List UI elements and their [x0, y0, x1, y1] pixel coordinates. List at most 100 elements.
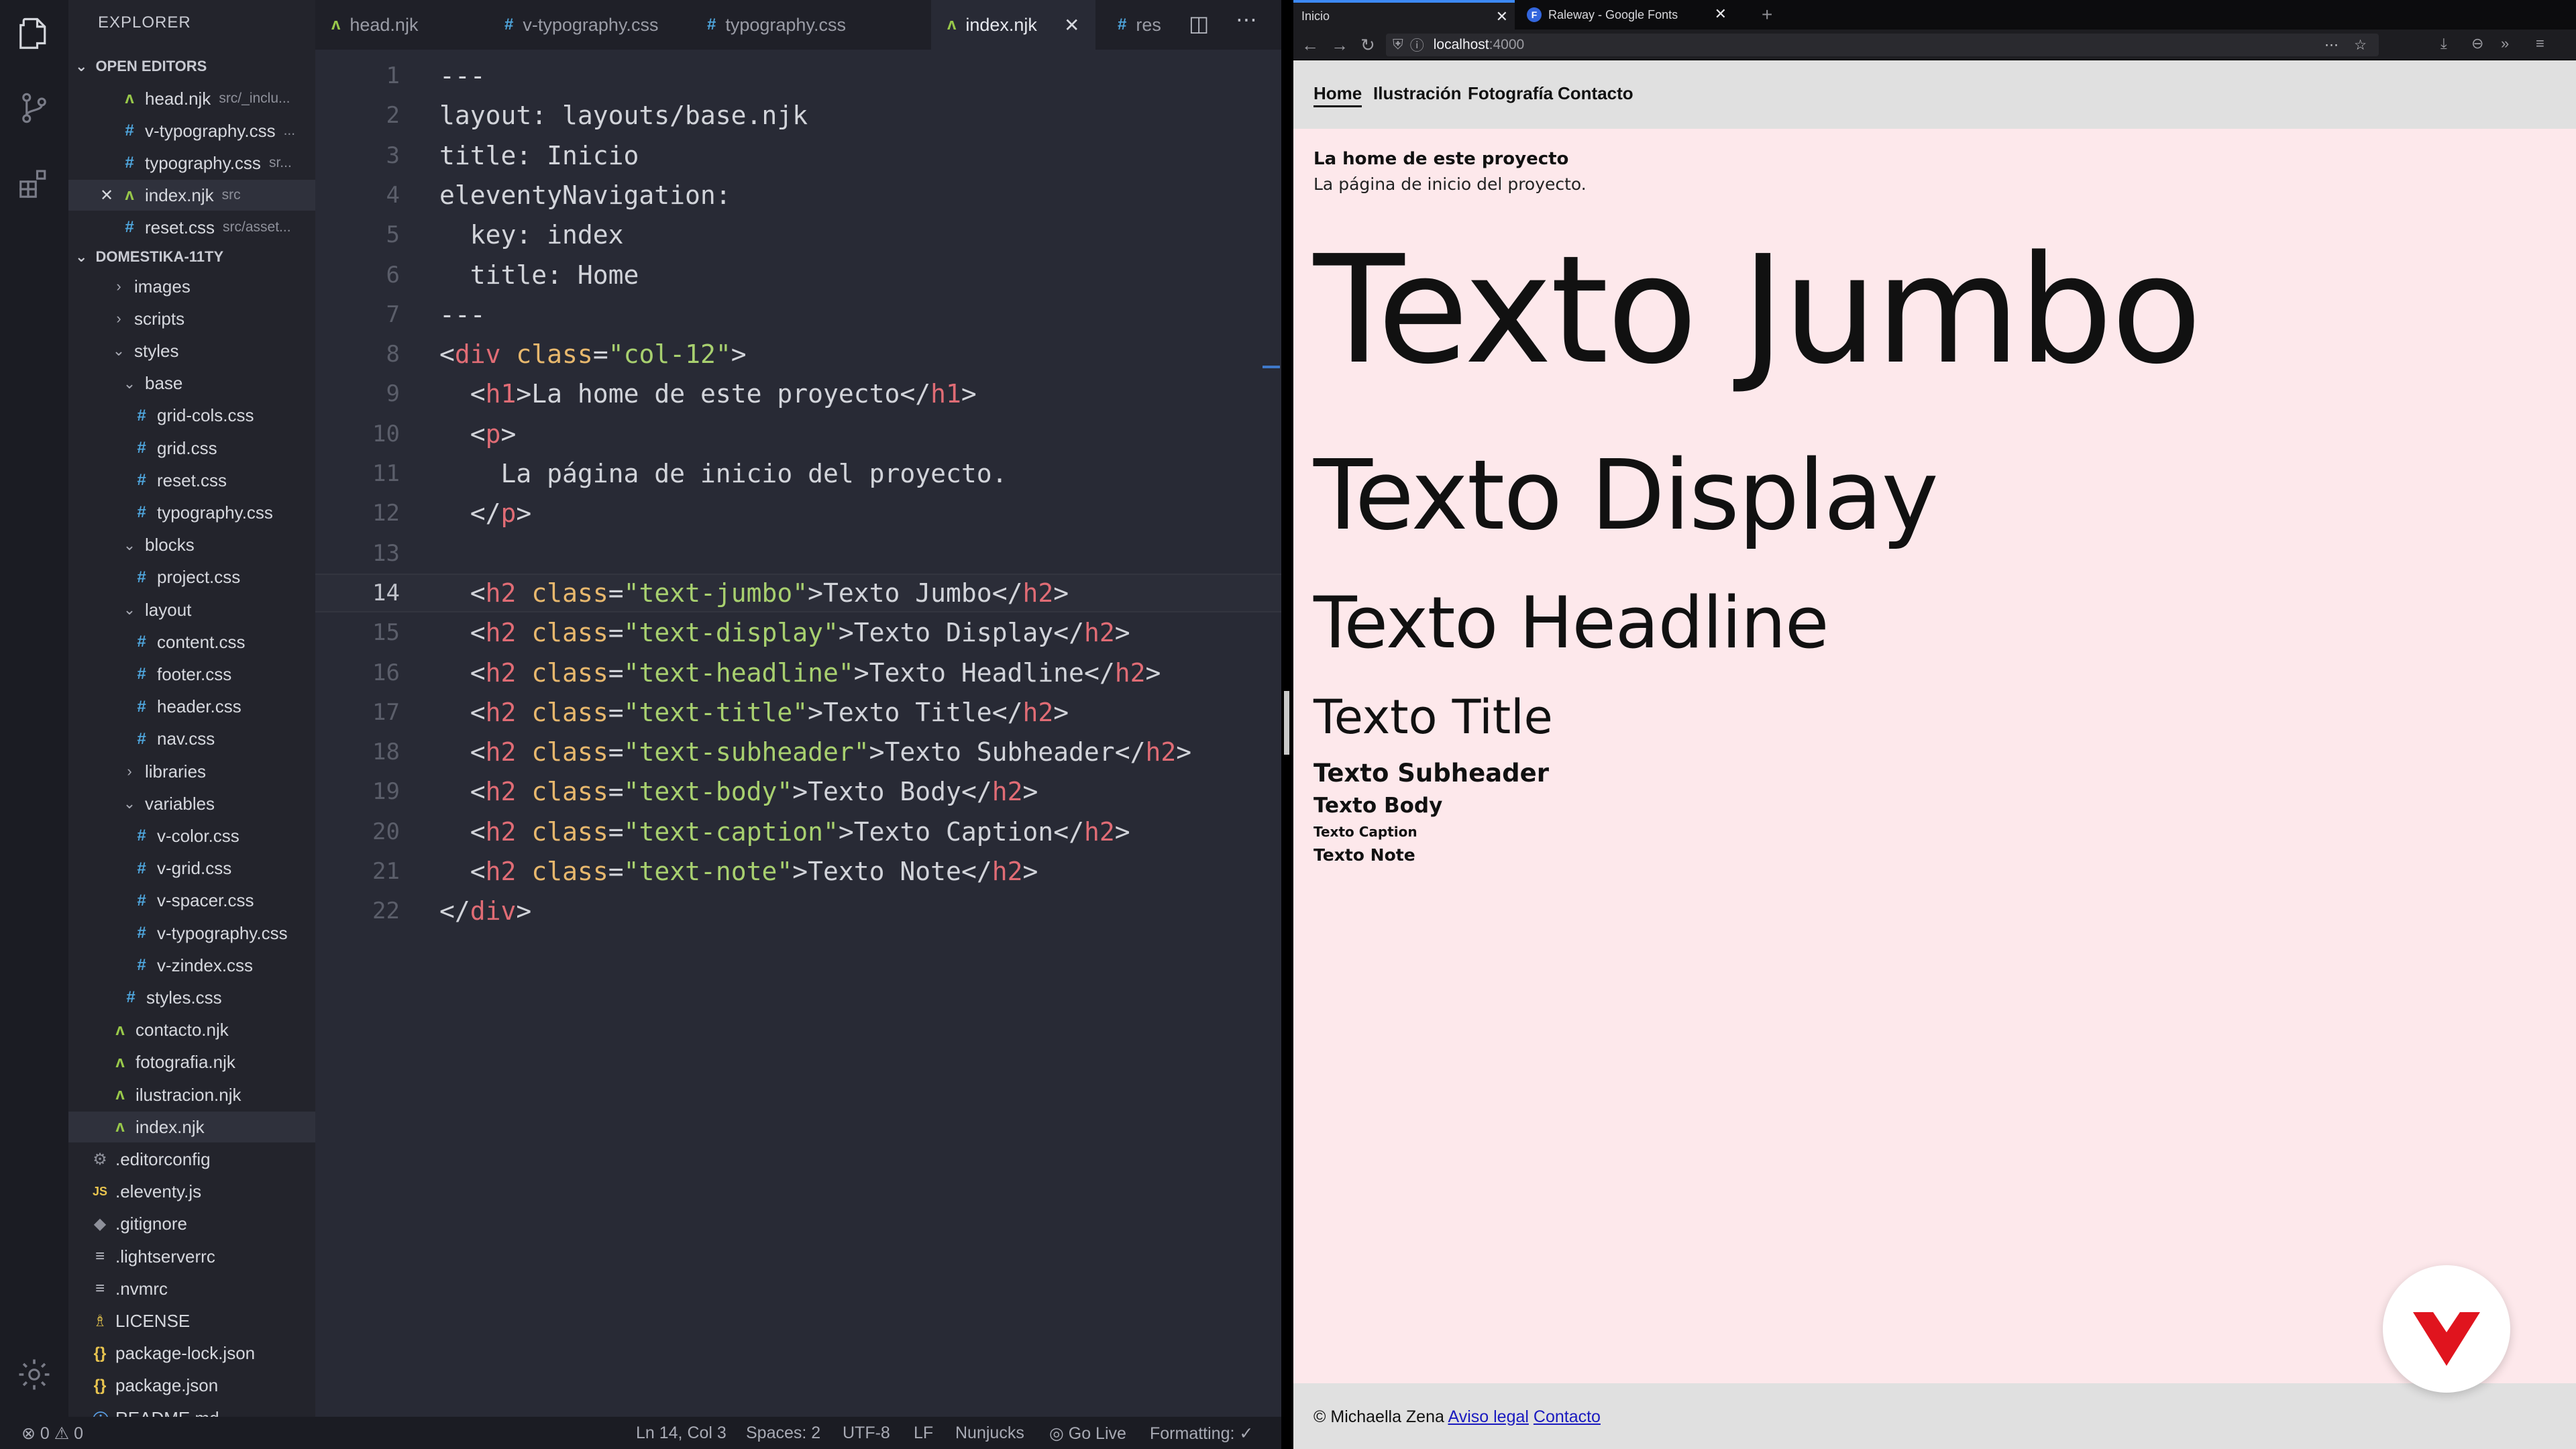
folder-item[interactable]: ⌄ blocks — [68, 530, 315, 561]
file-item[interactable]: # v-color.css — [68, 820, 315, 851]
folder-item[interactable]: ⌄ styles — [68, 335, 315, 366]
code-line[interactable]: 6 title: Home — [315, 256, 1281, 294]
file-item[interactable]: # footer.css — [68, 659, 315, 690]
file-item[interactable]: {} package.json — [68, 1371, 315, 1401]
code-line[interactable]: 2 layout: layouts/base.njk — [315, 96, 1281, 135]
code-line[interactable]: 4 eleventyNavigation: — [315, 176, 1281, 215]
file-item[interactable]: JS .eleventy.js — [68, 1177, 315, 1208]
page-actions-icon[interactable]: ⋯ — [2324, 37, 2339, 54]
file-item[interactable]: # typography.css — [68, 497, 315, 528]
code-line[interactable]: 9 <h1>La home de este proyecto</h1> — [315, 374, 1281, 413]
code-line[interactable]: 7 --- — [315, 295, 1281, 334]
download-icon[interactable]: ⤓ — [2440, 35, 2447, 52]
code-line[interactable]: 13 — [315, 534, 1281, 573]
code-line[interactable]: 8 <div class="col-12"> — [315, 335, 1281, 374]
project-header[interactable]: ⌄ DOMESTIKA-11TY — [75, 248, 223, 266]
file-item[interactable]: # project.css — [68, 562, 315, 593]
nav-link-fotografia[interactable]: Fotografía — [1468, 83, 1553, 104]
code-line[interactable]: 10 <p> — [315, 415, 1281, 453]
close-icon[interactable]: ✕ — [1496, 8, 1508, 25]
browser-tab-raleway[interactable]: F Raleway - Google Fonts ✕ — [1519, 0, 1733, 30]
eol-status[interactable]: LF — [914, 1424, 933, 1443]
file-item[interactable]: # grid-cols.css — [68, 400, 315, 431]
code-line[interactable]: 3 title: Inicio — [315, 136, 1281, 175]
open-editor-item[interactable]: # v-typography.css... — [68, 115, 315, 146]
file-item[interactable]: # v-typography.css — [68, 918, 315, 949]
code-line[interactable]: 20 <h2 class="text-caption">Texto Captio… — [315, 812, 1281, 851]
file-item[interactable]: ≡ .nvmrc — [68, 1273, 315, 1304]
file-item[interactable]: # header.css — [68, 692, 315, 722]
browser-tab-inicio[interactable]: Inicio ✕ — [1293, 0, 1515, 30]
open-editor-item[interactable]: ✕ ʌ index.njk src — [68, 180, 315, 211]
file-item[interactable]: # content.css — [68, 627, 315, 657]
editor-tab[interactable]: # v-typography.css — [488, 0, 675, 50]
folder-item[interactable]: ⌄ layout — [68, 594, 315, 625]
close-icon[interactable]: ✕ — [1715, 5, 1727, 23]
file-item[interactable]: ♗ LICENSE — [68, 1305, 315, 1336]
folder-item[interactable]: › libraries — [68, 756, 315, 787]
code-line[interactable]: 5 key: index — [315, 215, 1281, 254]
extensions-icon[interactable] — [16, 165, 52, 201]
open-editor-item[interactable]: ʌ head.njk src/_inclu... — [68, 83, 315, 114]
code-line[interactable]: 14 <h2 class="text-jumbo">Texto Jumbo</h… — [315, 573, 1281, 612]
open-editors-header[interactable]: ⌄ OPEN EDITORS — [75, 58, 207, 75]
problems-status[interactable]: ⊗ 0 ⚠ 0 — [21, 1424, 83, 1444]
cursor-position[interactable]: Ln 14, Col 3 — [636, 1424, 727, 1443]
file-item[interactable]: ʌ contacto.njk — [68, 1015, 315, 1046]
editor-tab[interactable]: # res — [1102, 0, 1177, 50]
language-mode[interactable]: Nunjucks — [955, 1424, 1024, 1443]
close-icon[interactable]: ✕ — [1064, 14, 1079, 36]
folder-item[interactable]: ⌄ variables — [68, 788, 315, 819]
code-line[interactable]: 16 <h2 class="text-headline">Texto Headl… — [315, 653, 1281, 692]
editor-tab[interactable]: ʌ index.njk ✕ — [931, 0, 1096, 50]
file-item[interactable]: ʌ fotografia.njk — [68, 1047, 315, 1078]
account-icon[interactable]: ⊖ — [2471, 35, 2483, 52]
editor-tab[interactable]: # typography.css — [691, 0, 862, 50]
nav-link-ilustracion[interactable]: Ilustración — [1373, 83, 1461, 104]
file-item[interactable]: # v-zindex.css — [68, 950, 315, 981]
explorer-icon[interactable] — [16, 16, 52, 52]
indentation-status[interactable]: Spaces: 2 — [746, 1424, 820, 1443]
divider-handle[interactable] — [1284, 691, 1289, 755]
file-item[interactable]: # grid.css — [68, 433, 315, 464]
file-item[interactable]: ʌ index.njk — [68, 1112, 315, 1143]
extensions-overflow-icon[interactable]: » — [2501, 35, 2509, 52]
file-item[interactable]: ⚙ .editorconfig — [68, 1144, 315, 1175]
go-live-button[interactable]: ◎ Go Live — [1049, 1424, 1126, 1444]
back-icon[interactable]: ← — [1301, 35, 1319, 56]
code-line[interactable]: 22 </div> — [315, 892, 1281, 930]
folder-item[interactable]: › images — [68, 271, 315, 302]
code-line[interactable]: 15 <h2 class="text-display">Texto Displa… — [315, 613, 1281, 652]
folder-item[interactable]: ⌄ base — [68, 368, 315, 399]
nav-link-home[interactable]: Home — [1313, 83, 1362, 107]
open-editor-item[interactable]: # reset.css src/asset... — [68, 212, 315, 243]
file-item[interactable]: # v-grid.css — [68, 853, 315, 884]
file-item[interactable]: ʌ ilustracion.njk — [68, 1079, 315, 1110]
file-item[interactable]: # v-spacer.css — [68, 885, 315, 916]
code-line[interactable]: 19 <h2 class="text-body">Texto Body</h2> — [315, 772, 1281, 811]
close-icon[interactable]: ✕ — [99, 186, 114, 205]
file-item[interactable]: # styles.css — [68, 982, 315, 1013]
file-item[interactable]: ◆ .gitignore — [68, 1209, 315, 1240]
code-line[interactable]: 12 </p> — [315, 494, 1281, 533]
settings-gear-icon[interactable] — [16, 1356, 52, 1393]
code-line[interactable]: 18 <h2 class="text-subheader">Texto Subh… — [315, 733, 1281, 771]
open-editor-item[interactable]: # typography.css sr... — [68, 148, 315, 178]
split-editor-icon[interactable]: ◫ — [1189, 11, 1209, 36]
file-item[interactable]: ⓘREADME.md — [68, 1403, 315, 1417]
footer-link-legal[interactable]: Aviso legal — [1448, 1407, 1528, 1426]
code-line[interactable]: 1 --- — [315, 56, 1281, 95]
footer-link-contact[interactable]: Contacto — [1534, 1407, 1601, 1426]
code-editor[interactable]: 1 --- 2 layout: layouts/base.njk 3 title: Ini… — [315, 50, 1281, 1417]
file-item[interactable]: ≡ .lightserverrc — [68, 1241, 315, 1272]
encoding-status[interactable]: UTF-8 — [843, 1424, 890, 1443]
bookmark-star-icon[interactable]: ☆ — [2354, 37, 2367, 54]
code-line[interactable]: 21 <h2 class="text-note">Texto Note</h2> — [315, 852, 1281, 891]
editor-tab[interactable]: ʌ head.njk — [315, 0, 435, 50]
source-control-icon[interactable] — [16, 90, 52, 126]
file-item[interactable]: # nav.css — [68, 724, 315, 755]
formatting-status[interactable]: Formatting: ✓ — [1150, 1424, 1253, 1444]
file-item[interactable]: # reset.css — [68, 465, 315, 496]
nav-link-contacto[interactable]: Contacto — [1558, 83, 1633, 104]
reload-icon[interactable]: ↻ — [1360, 35, 1375, 56]
